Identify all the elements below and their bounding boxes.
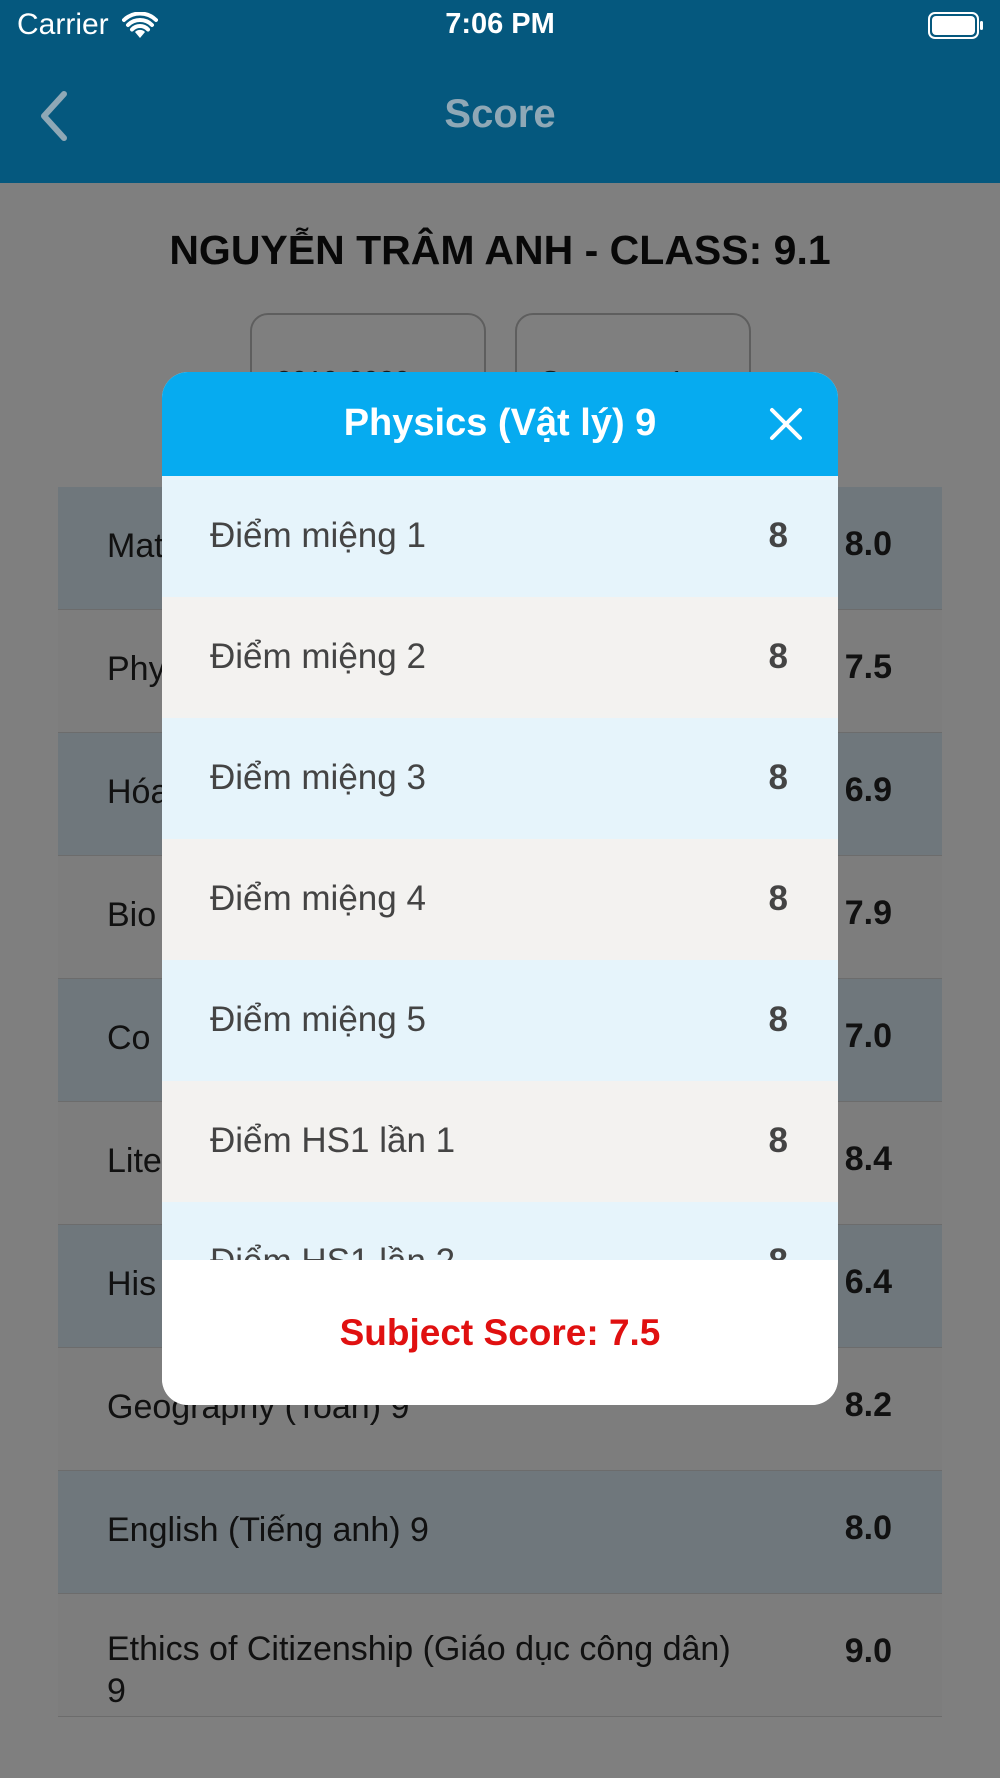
score-value: 8 bbox=[768, 758, 788, 797]
score-value: 8 bbox=[768, 637, 788, 676]
score-label: Điểm HS1 lần 2 bbox=[210, 1242, 455, 1260]
score-value: 8 bbox=[768, 1121, 788, 1160]
score-label: Điểm miệng 4 bbox=[210, 879, 426, 918]
status-bar: Carrier 7:06 PM bbox=[0, 0, 1000, 52]
score-row: Điểm miệng 3 8 bbox=[162, 718, 838, 839]
score-value: 8 bbox=[769, 1242, 788, 1260]
score-label: Điểm miệng 5 bbox=[210, 1000, 426, 1039]
score-screen: Carrier 7:06 PM Score NGUYỄN TRÂM ANH - … bbox=[0, 0, 1000, 1778]
score-value: 8 bbox=[768, 516, 788, 555]
modal-footer: Subject Score: 7.5 bbox=[162, 1260, 838, 1405]
score-row: Điểm HS1 lần 2 8 bbox=[162, 1202, 838, 1260]
score-value: 8 bbox=[768, 879, 788, 918]
page-title: Score bbox=[444, 92, 556, 136]
score-row: Điểm miệng 4 8 bbox=[162, 839, 838, 960]
score-row: Điểm miệng 1 8 bbox=[162, 476, 838, 597]
close-icon[interactable] bbox=[768, 406, 804, 442]
score-row: Điểm miệng 5 8 bbox=[162, 960, 838, 1081]
score-row: Điểm miệng 2 8 bbox=[162, 597, 838, 718]
subject-detail-modal: Physics (Vật lý) 9 Điểm miệng 1 8 Điểm m… bbox=[162, 372, 838, 1405]
nav-bar: Score bbox=[0, 52, 1000, 183]
score-row: Điểm HS1 lần 1 8 bbox=[162, 1081, 838, 1202]
score-list[interactable]: Điểm miệng 1 8 Điểm miệng 2 8 Điểm miệng… bbox=[162, 476, 838, 1260]
modal-title: Physics (Vật lý) 9 bbox=[343, 402, 657, 444]
clock: 7:06 PM bbox=[445, 8, 555, 40]
score-label: Điểm miệng 1 bbox=[210, 516, 426, 555]
battery-icon bbox=[928, 12, 983, 39]
score-label: Điểm HS1 lần 1 bbox=[210, 1121, 456, 1160]
score-value: 8 bbox=[768, 1000, 788, 1039]
subject-score: Subject Score: 7.5 bbox=[339, 1312, 661, 1353]
modal-header: Physics (Vật lý) 9 bbox=[162, 372, 838, 476]
score-label: Điểm miệng 3 bbox=[210, 758, 426, 797]
score-label: Điểm miệng 2 bbox=[210, 637, 426, 676]
